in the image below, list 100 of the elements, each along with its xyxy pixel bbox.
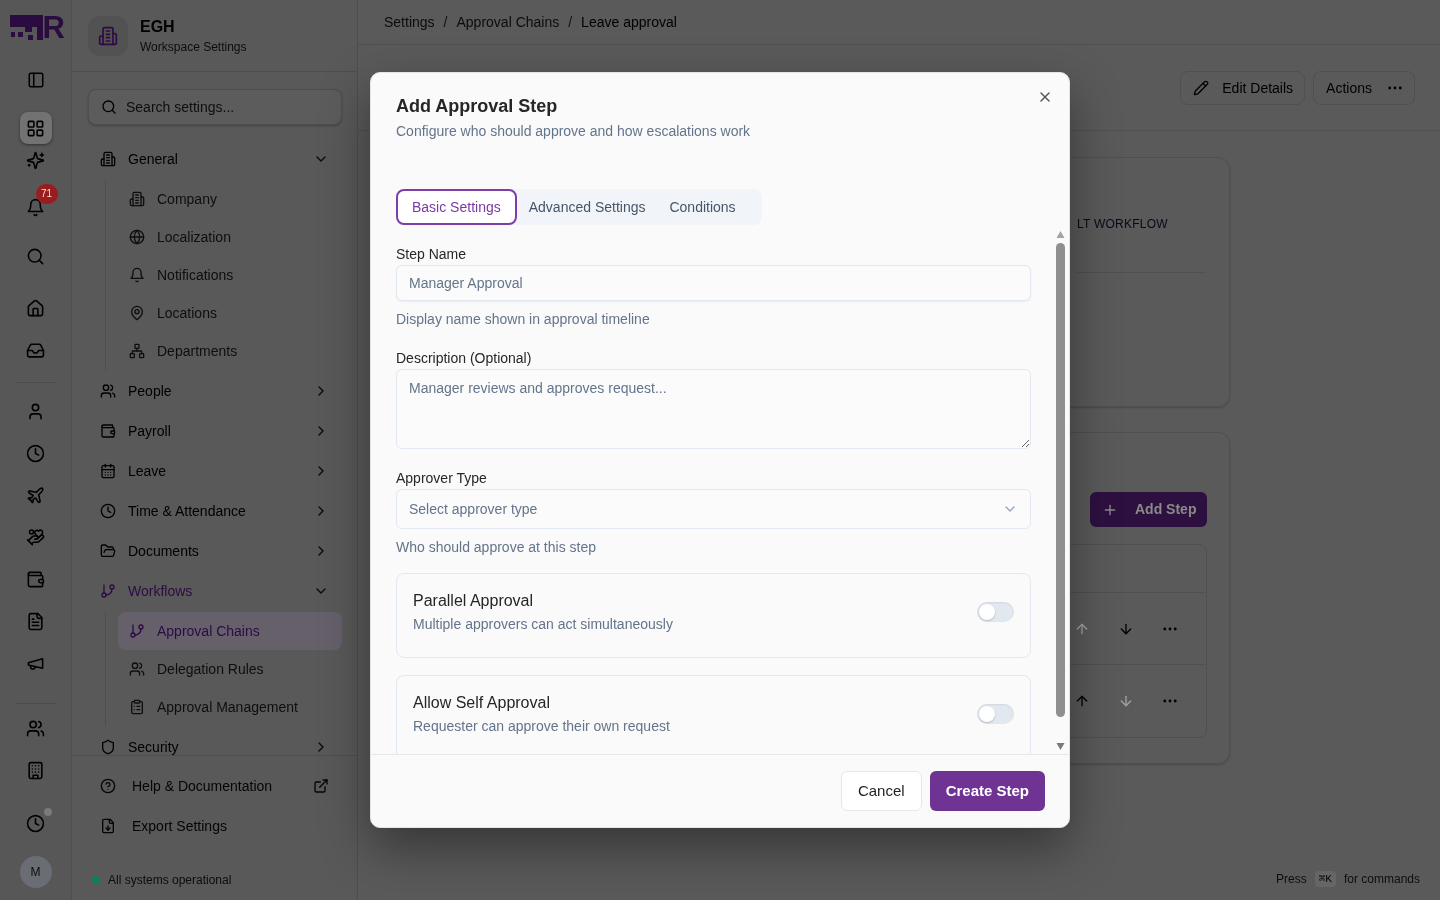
card-label: LT WORKFLOW (1077, 216, 1169, 232)
home-icon (26, 298, 45, 318)
breadcrumb-link[interactable]: Settings (384, 11, 435, 33)
field-label: Step Name (396, 245, 468, 264)
nav-item[interactable]: Locations (118, 294, 342, 332)
toggle-switch[interactable] (977, 601, 1014, 622)
building-icon (129, 191, 145, 207)
plane-icon (26, 485, 45, 505)
text-input[interactable]: Manager Approval (396, 265, 1031, 301)
status-text: All systems operational (108, 872, 232, 889)
clock-icon (26, 443, 45, 463)
nav-group[interactable]: Leave (88, 451, 342, 491)
shortcut-key: ⌘K (1314, 870, 1336, 888)
notification-count-badge: 71 (35, 184, 58, 204)
nav-item[interactable]: Company (118, 180, 342, 218)
nav-item[interactable]: Departments (118, 332, 342, 370)
switch-description: Multiple approvers can act simultaneously (413, 615, 673, 634)
file-download-icon (100, 818, 116, 834)
user-avatar[interactable]: M (19, 856, 52, 888)
nav-item[interactable]: Approval Management (118, 688, 342, 726)
inbox-icon (26, 340, 45, 360)
users-icon (100, 383, 116, 399)
map-pin-icon (129, 305, 145, 321)
building-icon (100, 151, 116, 167)
shield-icon (100, 739, 116, 755)
building-icon (26, 760, 45, 780)
branch-icon (129, 623, 145, 639)
building-icon (88, 15, 128, 56)
globe-icon (129, 229, 145, 245)
grid-icon (26, 118, 45, 138)
help-icon (100, 778, 116, 794)
bell-icon (129, 267, 145, 283)
breadcrumb-separator: / (443, 12, 448, 32)
external-link-icon (313, 778, 329, 794)
field-label: Description (Optional) (396, 349, 533, 368)
move-up-button[interactable] (1074, 693, 1090, 709)
scrollbar[interactable] (1055, 228, 1066, 752)
tab[interactable]: Conditions (657, 189, 748, 225)
users-icon (26, 718, 45, 738)
help-link[interactable]: Help & Documentation (88, 766, 342, 806)
wallet-icon (100, 423, 116, 439)
more-icon (1163, 699, 1177, 703)
grid-button[interactable] (19, 112, 52, 144)
logo-text: R (42, 15, 65, 40)
add-step-button[interactable]: Add Step (1090, 492, 1207, 527)
description-textarea[interactable]: Manager reviews and approves request... (396, 369, 1031, 449)
workspace-subtitle: Workspace Settings (140, 38, 247, 55)
nav-item[interactable]: Delegation Rules (118, 650, 342, 688)
create-button[interactable]: Create Step (929, 771, 1045, 811)
clock-icon (26, 813, 45, 833)
select-field[interactable]: Select approver type (396, 489, 1031, 529)
clipboard-icon (129, 699, 145, 715)
user-icon (26, 401, 45, 421)
field-hint: Who should approve at this step (396, 538, 597, 557)
search-icon (26, 246, 45, 266)
nav-group[interactable]: Documents (88, 531, 342, 571)
dialog-description: Configure who should approve and how escalations work (396, 122, 752, 141)
hint-text: Press (1276, 871, 1307, 888)
dialog-title: Add Approval Step (396, 95, 559, 118)
actions-button[interactable]: Actions (1313, 71, 1415, 105)
breadcrumb-current: Leave approval (581, 12, 677, 32)
search-icon (101, 99, 117, 115)
users-icon (129, 661, 145, 677)
cancel-button[interactable]: Cancel (840, 771, 922, 811)
nav-group[interactable]: Payroll (88, 411, 342, 451)
more-icon (1163, 626, 1177, 631)
sidebar-link[interactable]: Export Settings (88, 806, 342, 846)
nav-item[interactable]: Notifications (118, 256, 342, 294)
switch-description: Requester can approve their own request (413, 717, 670, 736)
calendar-icon (100, 463, 116, 479)
search-field[interactable]: Search settings... (88, 89, 342, 125)
hand-heart-icon (26, 527, 45, 547)
branch-icon (100, 583, 116, 599)
field-label: Approver Type (396, 469, 488, 488)
hierarchy-icon (129, 343, 145, 359)
nav-group[interactable]: General (88, 139, 342, 179)
more-icon (1388, 86, 1402, 90)
wallet-icon (26, 569, 45, 589)
breadcrumb-separator: / (568, 12, 573, 32)
clock-icon (100, 503, 116, 519)
nav-item[interactable]: Localization (118, 218, 342, 256)
panel-icon (26, 71, 45, 89)
nav-group[interactable]: People (88, 371, 342, 411)
nav-group[interactable]: Time & Attendance (88, 491, 342, 531)
breadcrumb-link[interactable]: Approval Chains (456, 11, 560, 33)
toggle-switch[interactable] (977, 703, 1014, 724)
nav-group[interactable]: Security (88, 727, 342, 755)
document-icon (26, 611, 45, 631)
tab[interactable]: Advanced Settings (516, 189, 658, 225)
tab[interactable]: Basic Settings (396, 189, 517, 225)
switch-title: Parallel Approval (413, 591, 535, 611)
workspace-name: EGH (140, 16, 176, 37)
bell-icon (26, 197, 45, 217)
pencil-icon (1193, 80, 1210, 96)
edit-details-button[interactable]: Edit Details (1180, 71, 1306, 105)
hint-text: for commands (1343, 871, 1420, 888)
nav-group[interactable]: Workflows (88, 571, 342, 611)
logo-mark-icon (9, 15, 43, 40)
nav-item[interactable]: Approval Chains (118, 612, 342, 650)
field-hint: Display name shown in approval timeline (396, 310, 651, 329)
